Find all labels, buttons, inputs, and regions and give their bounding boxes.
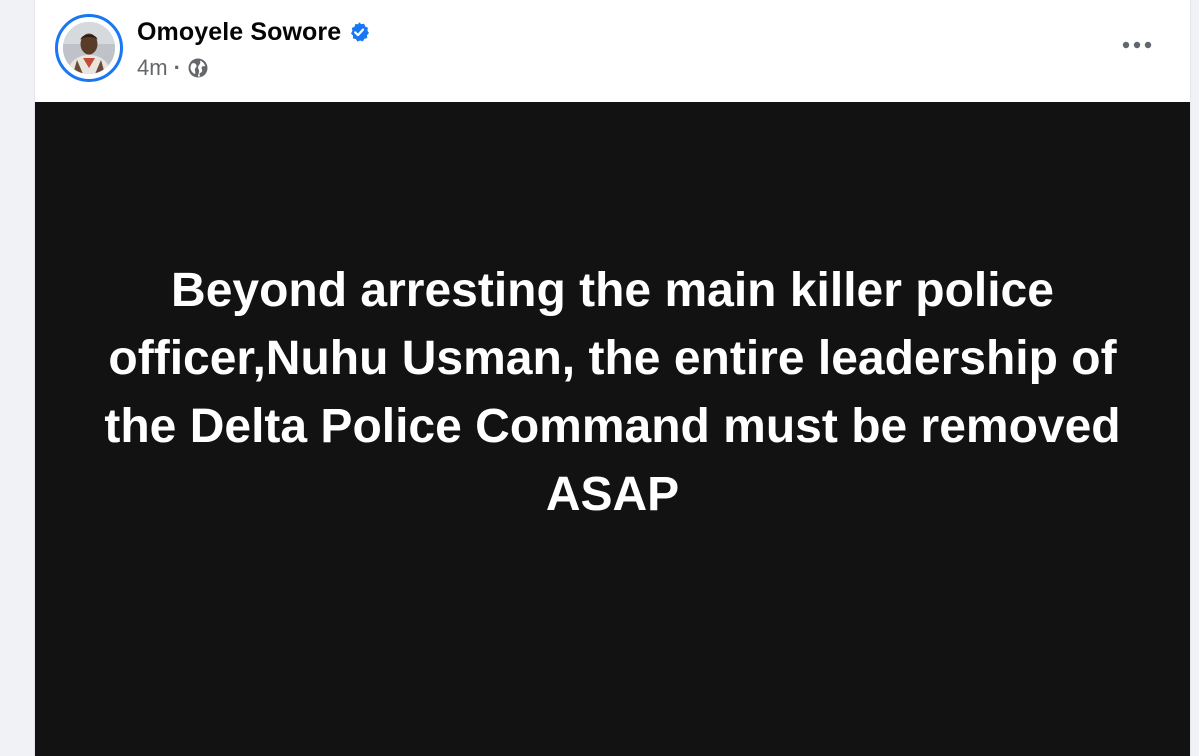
post-card: Omoyele Sowore 4m · Beyond arresting the… xyxy=(34,0,1191,756)
post-meta: 4m · xyxy=(137,55,209,81)
author-name[interactable]: Omoyele Sowore xyxy=(137,18,341,47)
more-options-icon xyxy=(1122,41,1152,49)
avatar-story-ring[interactable] xyxy=(55,14,123,82)
verified-badge-icon xyxy=(348,21,370,43)
post-header: Omoyele Sowore 4m · xyxy=(35,0,1190,102)
avatar[interactable] xyxy=(63,22,115,74)
globe-icon[interactable] xyxy=(187,57,209,79)
post-text-background[interactable]: Beyond arresting the main killer police … xyxy=(35,102,1190,756)
author-row: Omoyele Sowore xyxy=(137,18,370,47)
meta-separator: · xyxy=(173,55,181,80)
avatar-photo-icon xyxy=(63,22,115,74)
post-text: Beyond arresting the main killer police … xyxy=(104,264,1121,521)
more-options-button[interactable] xyxy=(1115,26,1159,64)
post-timestamp[interactable]: 4m xyxy=(137,55,168,81)
